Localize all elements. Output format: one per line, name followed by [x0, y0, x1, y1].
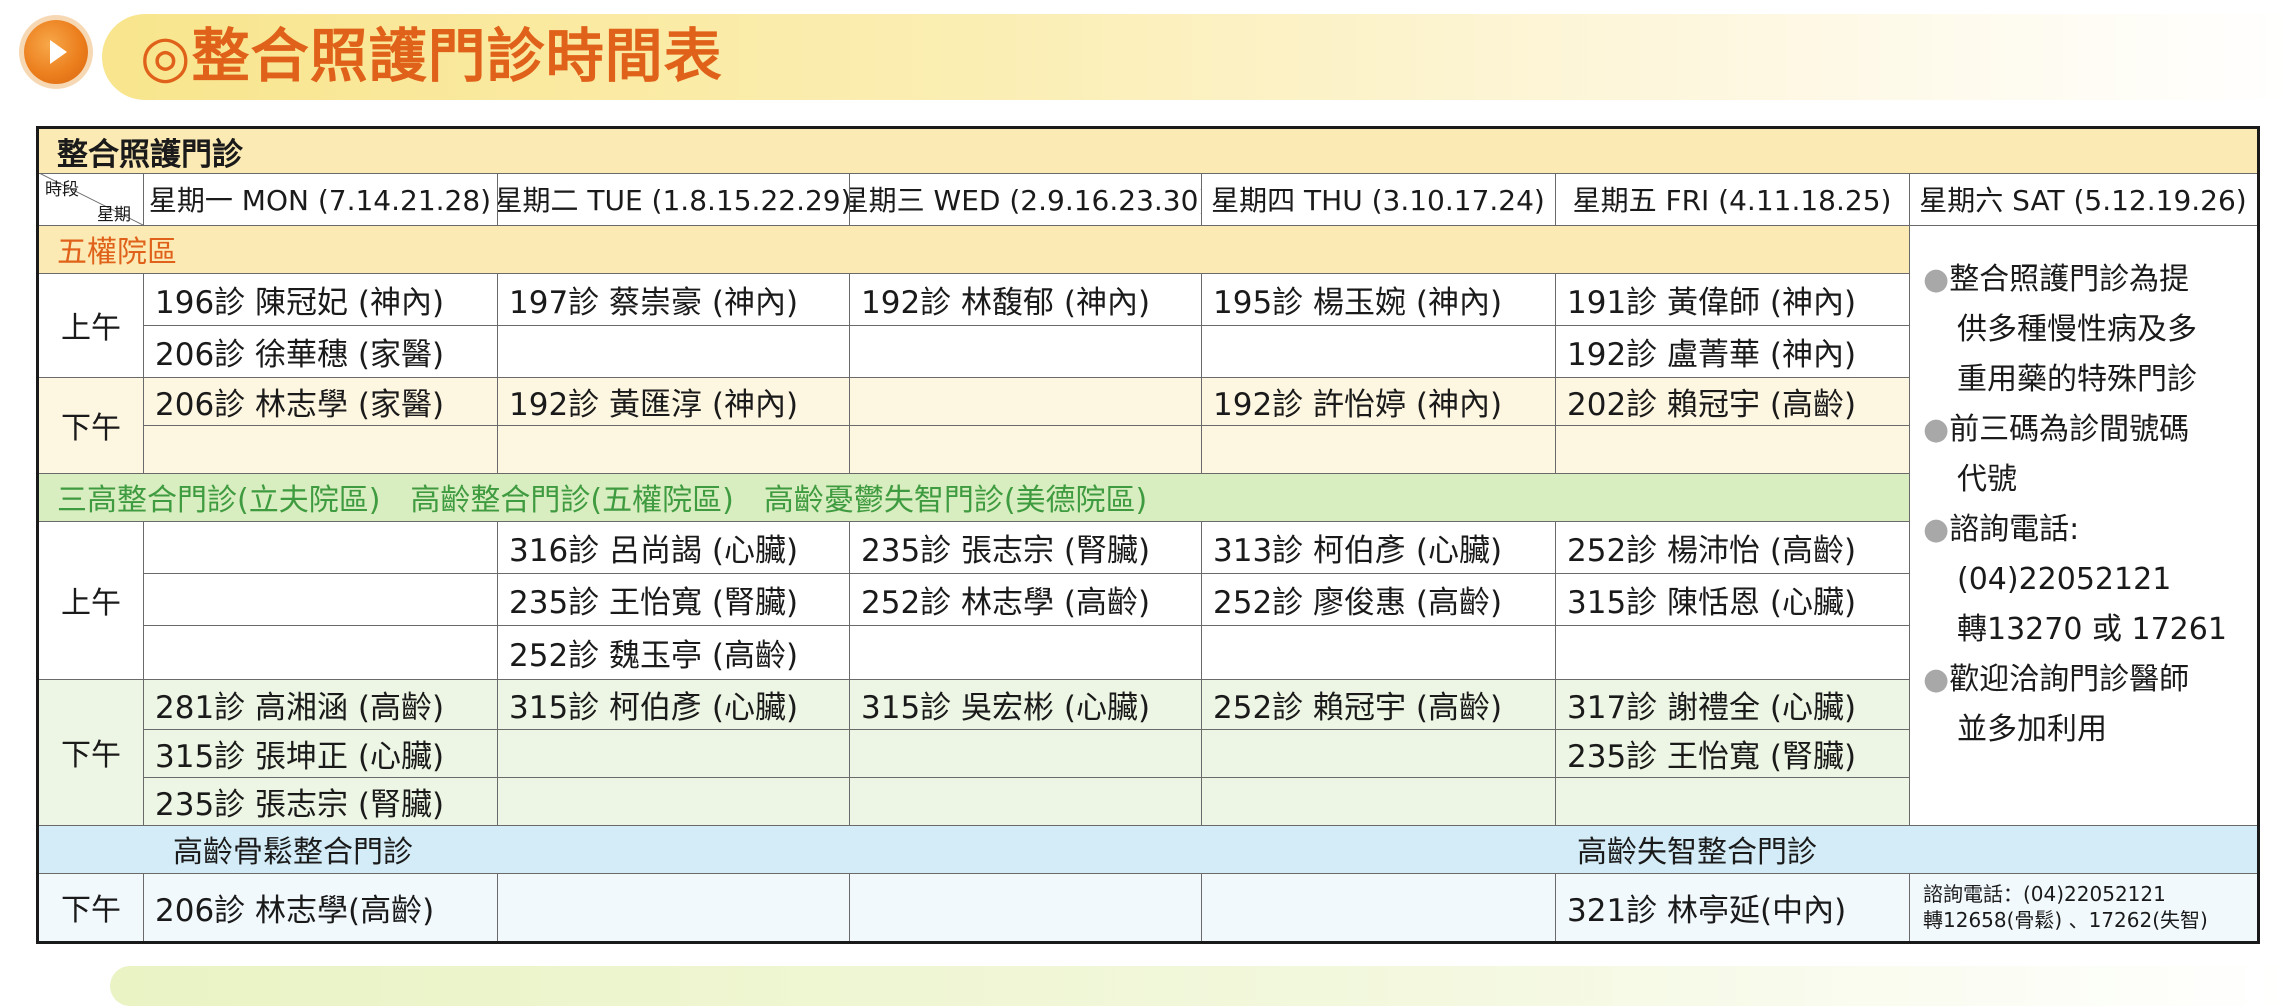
schedule-cell: 191診 黃偉師 (神內) [1567, 284, 1857, 321]
schedule-cell: 206診 林志學(高齡) [155, 892, 435, 929]
grid-line [143, 873, 144, 941]
schedule-cell: 316診 呂尚謁 (心臟) [509, 532, 799, 569]
grid-line [849, 173, 850, 225]
schedule-cell: 281診 高湘涵 (高齡) [155, 689, 445, 726]
schedule-cell: 235診 張志宗 (腎臟) [861, 532, 1151, 569]
grid-line [497, 273, 498, 473]
bone-pm-label: 下午 [61, 893, 121, 928]
grid-line [849, 521, 850, 825]
schedule-cell: 196診 陳冠妃 (神內) [155, 284, 445, 321]
grid-line [39, 173, 2257, 174]
corner-cell: 時段 星期 [39, 173, 143, 225]
schedule-cell: 252診 賴冠宇 (高齡) [1213, 689, 1503, 726]
table-heading: 整合照護門診 [57, 136, 243, 173]
grid-line [143, 173, 144, 225]
schedule-cell: 192診 許怡婷 (神內) [1213, 386, 1503, 423]
grid-line [39, 679, 1909, 680]
grid-line [39, 473, 1909, 474]
schedule-table: 整合照護門診 時段 星期 星期一 MON (7.14.21.28) 星期二 TU… [36, 126, 2260, 944]
day-header-sat: 星期六 SAT (5.12.19.26) [1919, 184, 2247, 217]
contact-line: 諮詢電話：(04)22052121 [1923, 882, 2166, 906]
notes-column: ●整合照護門診為提 供多種慢性病及多 重用藥的特殊門診 ●前三碼為診間號碼 代號… [1909, 225, 2257, 825]
wuquan-section-title: 五權院區 [57, 235, 177, 270]
schedule-cell: 252診 廖俊惠 (高齡) [1213, 584, 1503, 621]
sangao-pm-label: 下午 [61, 738, 121, 773]
grid-line [1201, 273, 1202, 473]
grid-line [497, 521, 498, 825]
grid-line [1555, 273, 1556, 473]
play-icon [50, 40, 67, 64]
contact-info: 諮詢電話：(04)22052121 轉12658(骨鬆) 、17262(失智) [1909, 873, 2257, 941]
grid-line [1555, 173, 1556, 225]
schedule-cell: 315診 吳宏彬 (心臟) [861, 689, 1151, 726]
schedule-cell: 192診 盧菁華 (神內) [1567, 336, 1857, 373]
grid-line [143, 521, 144, 825]
grid-line [849, 873, 850, 941]
schedule-cell: 195診 楊玉婉 (神內) [1213, 284, 1503, 321]
grid-line [1201, 521, 1202, 825]
grid-line [39, 377, 1909, 378]
grid-line [39, 273, 1909, 274]
note-item: ●整合照護門診為提 供多種慢性病及多 重用藥的特殊門診 [1923, 262, 2197, 397]
grid-line [1909, 873, 1910, 941]
schedule-cell: 315診 張坤正 (心臟) [155, 738, 445, 775]
corner-label-day: 星期 [97, 205, 131, 225]
grid-line [497, 173, 498, 225]
grid-line [1555, 521, 1556, 825]
grid-line [1201, 873, 1202, 941]
grid-line [1909, 173, 1910, 825]
grid-line [143, 625, 1909, 626]
schedule-cell: 235診 王怡寬 (腎臟) [1567, 738, 1857, 775]
schedule-cell: 252診 林志學 (高齡) [861, 584, 1151, 621]
day-header-fri: 星期五 FRI (4.11.18.25) [1572, 184, 1892, 217]
day-header-mon: 星期一 MON (7.14.21.28) [148, 184, 492, 217]
schedule-cell: 197診 蔡崇豪 (神內) [509, 284, 799, 321]
schedule-cell: 317診 謝禮全 (心臟) [1567, 689, 1857, 726]
schedule-cell: 206診 徐華穗 (家醫) [155, 336, 445, 373]
grid-line [143, 273, 144, 473]
grid-line [39, 225, 2257, 226]
day-header-tue: 星期二 TUE (1.8.15.22.29) [497, 184, 849, 217]
day-header-wed: 星期三 WED (2.9.16.23.30) [849, 184, 1201, 217]
note-item: ●前三碼為診間號碼 代號 [1923, 412, 2190, 497]
wuquan-pm-label: 下午 [61, 411, 121, 446]
grid-line [143, 777, 1909, 778]
grid-line [1201, 173, 1202, 225]
note-item: ●歡迎洽詢門診醫師 並多加利用 [1923, 662, 2190, 747]
sangao-section-title: 三高整合門診(立夫院區) 高齡整合門診(五權院區) 高齡憂鬱失智門診(美德院區) [57, 483, 1148, 518]
schedule-cell: 315診 陳恬恩 (心臟) [1567, 584, 1857, 621]
grid-line [143, 729, 1909, 730]
day-header-thu: 星期四 THU (3.10.17.24) [1211, 184, 1545, 217]
grid-line [143, 325, 1909, 326]
schedule-cell: 192診 林馥郁 (神內) [861, 284, 1151, 321]
grid-line [1555, 873, 1556, 941]
schedule-cell: 313診 柯伯彥 (心臟) [1213, 532, 1503, 569]
grid-line [39, 521, 1909, 522]
grid-line [39, 825, 2257, 826]
schedule-cell: 252診 楊沛怡 (高齡) [1567, 532, 1857, 569]
schedule-cell: 206診 林志學 (家醫) [155, 386, 445, 423]
schedule-cell: 315診 柯伯彥 (心臟) [509, 689, 799, 726]
grid-line [39, 873, 2257, 874]
grid-line [497, 873, 498, 941]
bottom-decor-bar [110, 966, 2289, 1006]
note-item: ●諮詢電話: (04)22052121 轉13270 或 17261 [1923, 512, 2227, 647]
schedule-cell: 192診 黃匯淳 (神內) [509, 386, 799, 423]
schedule-cell: 235診 張志宗 (腎臟) [155, 786, 445, 823]
contact-line: 轉12658(骨鬆) 、17262(失智) [1923, 908, 2208, 932]
bone-section-title: 高齡骨鬆整合門診 [173, 835, 413, 870]
corner-label-period: 時段 [45, 180, 79, 200]
sangao-am-label: 上午 [61, 586, 121, 621]
grid-line [143, 573, 1909, 574]
page-title: ◎整合照護門診時間表 [140, 22, 723, 90]
grid-line [849, 273, 850, 473]
schedule-cell: 202診 賴冠宇 (高齡) [1567, 386, 1857, 423]
dementia-section-title: 高齡失智整合門診 [1577, 835, 1817, 870]
grid-line [143, 425, 1909, 426]
schedule-cell: 321診 林亭延(中內) [1567, 892, 1847, 929]
wuquan-am-label: 上午 [61, 311, 121, 346]
play-button[interactable] [24, 20, 88, 84]
schedule-cell: 252診 魏玉亭 (高齡) [509, 637, 799, 674]
schedule-cell: 235診 王怡寬 (腎臟) [509, 584, 799, 621]
